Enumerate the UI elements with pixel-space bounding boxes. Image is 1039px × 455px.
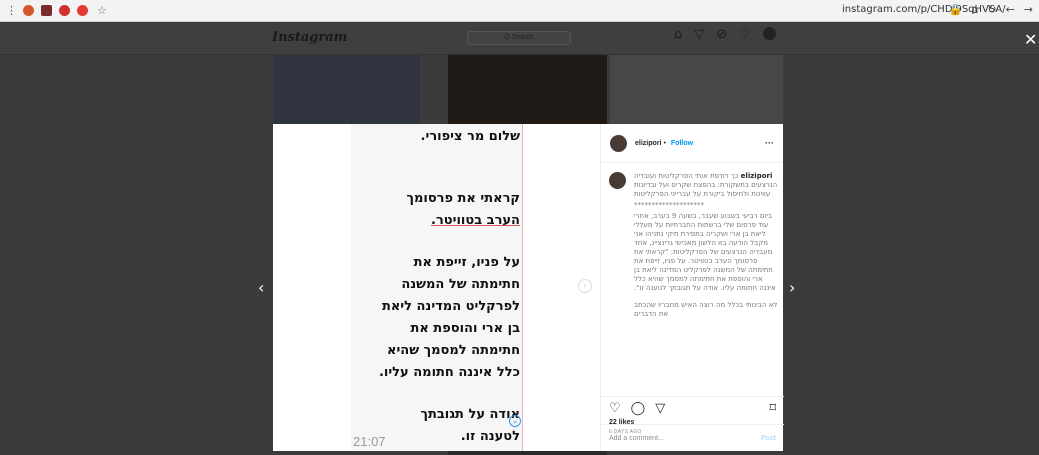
lock-icon: 🔒 [948,3,963,16]
separator: • [663,139,666,147]
carousel-next-icon[interactable]: › [578,279,592,293]
image-text-line: הערב בטוויטר. [431,213,520,228]
back-icon[interactable]: ← [1006,3,1015,16]
post-image[interactable]: שלום מר ציפורי. קראתי את פרסומך הערב בטו… [273,124,600,451]
explore-icon[interactable]: ⊘ [716,27,727,42]
image-text-line: חתימתה למסמך שהיא [386,343,520,358]
reload-icon[interactable]: ↻ [987,3,996,16]
image-text-line: על פניו, זייפת את [413,255,520,270]
save-bookmark-icon[interactable]: ⌑ [769,401,776,416]
post-header: elizipori • Follow ··· [601,124,783,163]
caption-paragraph: ******************** [634,201,704,209]
post-comment-button[interactable]: Post [761,435,776,442]
background-post-image [448,55,607,124]
image-timestamp: 21:07 [353,434,386,449]
extension-icon[interactable] [23,5,34,16]
heart-icon[interactable]: ♡ [739,27,751,42]
image-text-line: שלום מר ציפורי. [420,129,520,144]
avatar[interactable] [609,172,626,189]
caption-text: elizipori כך רודפת אותי הפרקליטות ועובדי… [634,172,779,372]
image-text-line: קראתי את פרסומך [406,191,520,206]
caption-username[interactable]: elizipori [741,172,773,180]
forward-icon[interactable]: → [1024,3,1033,16]
caption-paragraph: לא הבינותי בכלל מה רוצה האיש מחבריו שהכת… [634,301,778,318]
image-margin-line [522,124,523,451]
extension-icon[interactable] [41,5,52,16]
image-text-line: חתימתה של המשנה [401,277,520,292]
home-icon[interactable]: ⌂ [971,3,978,16]
background-post-image [448,451,607,455]
browser-menu-icon[interactable]: ⋮ [6,4,17,17]
background-post-image [610,55,783,124]
previous-arrow-icon[interactable]: ‹ [258,278,264,297]
profile-avatar[interactable] [762,27,776,40]
more-options-icon[interactable]: ··· [765,138,774,148]
follow-button[interactable]: Follow [671,140,693,147]
caption-paragraph: ביום רביעי בשבוע שעבר, בשעה 9 בערב, אחרי… [634,212,776,292]
chevron-down-icon[interactable]: ⌄ [509,415,521,427]
comment-icon[interactable]: ◯ [631,401,646,416]
caption: elizipori כך רודפת אותי הפרקליטות ועובדי… [609,172,779,372]
extension-icon[interactable] [59,5,70,16]
close-icon[interactable]: ✕ [1024,30,1037,49]
top-nav: ⌂ ▽ ⊘ ♡ [674,27,776,42]
image-text-line: בן ארי והוספת את [410,321,520,336]
browser-actions: 🔒 ⌂ ↻ ← → [949,3,1033,16]
background-post-image [273,55,420,124]
search-input[interactable]: Q Search [467,31,571,45]
image-text-line: לפרקליט המדינה ליאת [381,299,520,314]
extension-icon[interactable] [77,5,88,16]
share-icon[interactable]: ▽ [655,401,665,416]
post-modal: שלום מר ציפורי. קראתי את פרסומך הערב בטו… [273,124,784,451]
image-text-line: כלל איננה חתומה עליו. [378,365,520,380]
comment-input[interactable]: Add a comment... [609,435,664,442]
next-arrow-icon[interactable]: › [789,278,795,297]
browser-toolbar: ⋮ ☆ instagram.com/p/CHDI9SqHVSA/ 🔒 ⌂ ↻ ←… [0,0,1039,22]
comment-bar: Add a comment... Post [601,424,784,451]
home-icon[interactable]: ⌂ [674,27,682,42]
bookmark-star-icon[interactable]: ☆ [97,4,107,17]
post-sidebar: elizipori • Follow ··· elizipori כך רודפ… [600,124,784,451]
direct-icon[interactable]: ▽ [694,27,704,42]
instagram-logo[interactable]: Instagram [272,30,347,45]
like-heart-icon[interactable]: ♡ [609,401,621,416]
avatar[interactable] [610,134,627,152]
username[interactable]: elizipori [635,140,661,147]
image-text-line: אודה על תגובתך [420,407,520,422]
